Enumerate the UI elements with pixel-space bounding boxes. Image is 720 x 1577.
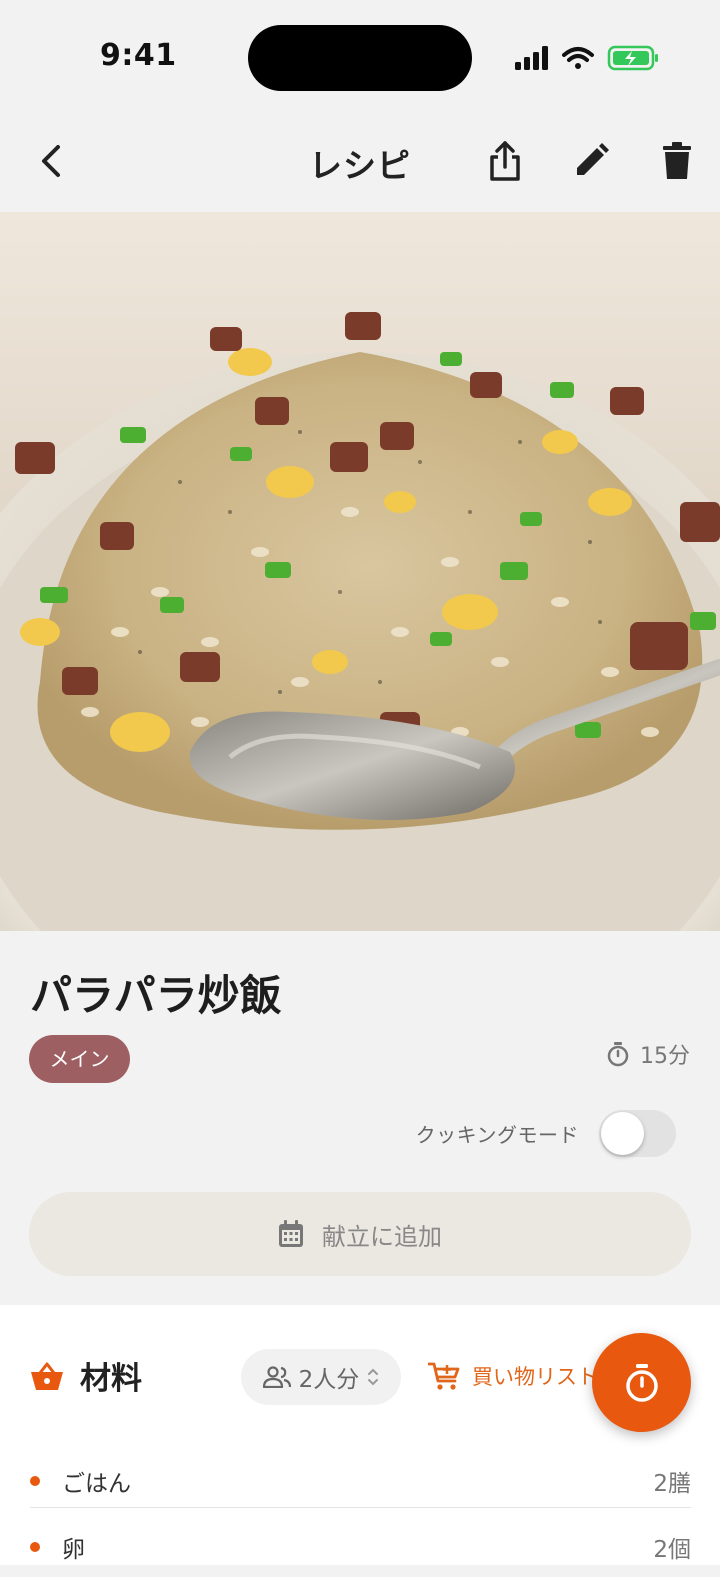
wifi-icon [562,47,594,69]
ingredient-row: ごはん 2膳 [30,1451,691,1511]
nav-bar: レシピ [0,115,720,212]
share-button[interactable] [483,137,527,185]
bullet-icon [30,1542,40,1552]
cook-time-text: 15分 [640,1044,690,1069]
toggle-knob [601,1112,644,1155]
ingredients-panel: 材料 2人分 買い物リスト ごはん 2膳 卵 2個 [0,1305,720,1565]
edit-button[interactable] [569,137,613,185]
stopwatch-icon [625,1363,658,1402]
cooking-mode-row: クッキングモード [416,1110,676,1157]
back-button[interactable] [30,137,74,185]
trash-icon [663,142,691,179]
shopping-list-label: 買い物リスト [472,1365,598,1389]
basket-icon [31,1362,63,1390]
people-icon [262,1366,291,1388]
timer-fab[interactable] [592,1333,691,1432]
ingredient-name: 卵 [62,1537,85,1563]
chevron-updown-icon [368,1368,379,1386]
cart-add-icon [428,1362,460,1390]
shopping-list-button[interactable]: 買い物リスト [428,1361,598,1391]
share-icon [490,141,520,181]
cooking-mode-toggle[interactable] [599,1110,676,1157]
servings-selector[interactable]: 2人分 [241,1349,401,1405]
battery-icon [607,45,658,71]
category-tag: メイン [29,1035,130,1083]
servings-text: 2人分 [298,1367,360,1393]
status-time: 9:41 [100,38,177,73]
ingredient-name: ごはん [62,1471,131,1497]
ingredient-amount: 2個 [653,1537,691,1563]
divider [30,1507,691,1508]
ingredients-title: 材料 [80,1361,142,1397]
cooking-mode-label: クッキングモード [415,1123,579,1147]
page-title: レシピ [309,146,411,185]
status-bar: 9:41 [0,0,720,115]
signal-icon [515,46,548,70]
add-to-menu-button[interactable]: 献立に追加 [29,1192,691,1276]
status-icons [515,44,660,74]
pencil-icon [577,143,609,175]
chevron-left-icon [42,145,60,177]
recipe-title: パラパラ炒飯 [30,971,282,1020]
ingredients-header: 材料 [30,1353,142,1398]
delete-button[interactable] [655,137,699,185]
dynamic-island [248,25,472,91]
ingredient-row: 卵 2個 [30,1517,691,1577]
bullet-icon [30,1476,40,1486]
ingredient-amount: 2膳 [653,1471,691,1497]
add-to-menu-label: 献立に追加 [322,1222,442,1251]
timer-icon [607,1042,629,1067]
calendar-icon [279,1220,303,1247]
cook-time: 15分 [606,1038,690,1070]
recipe-photo [0,212,720,931]
